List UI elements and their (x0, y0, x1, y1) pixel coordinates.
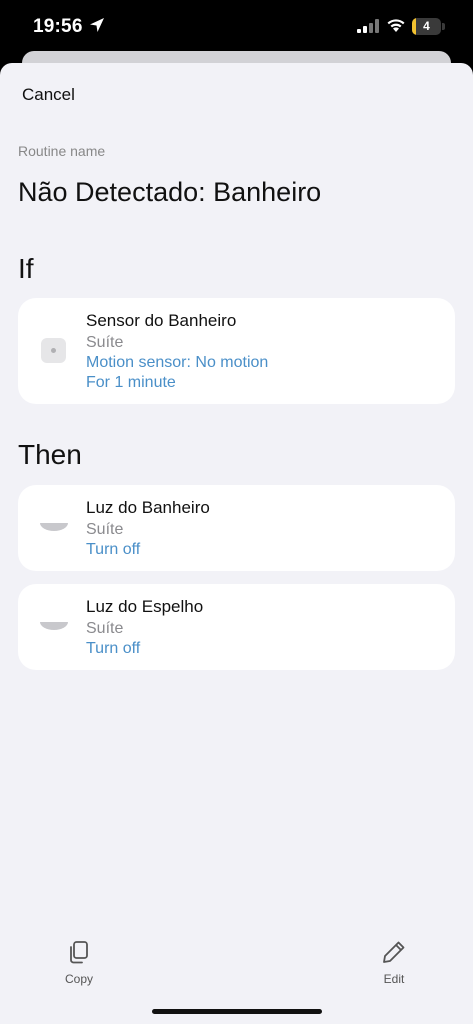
if-section-title: If (18, 253, 34, 284)
copy-icon (70, 941, 88, 964)
action-device-room: Suíte (86, 521, 124, 538)
then-section-title: Then (18, 439, 82, 470)
ceiling-light-icon (40, 523, 68, 531)
action-card-luz-do-espelho[interactable]: Luz do Espelho Suíte Turn off (18, 584, 455, 670)
ceiling-light-icon (40, 622, 68, 630)
condition-state: Motion sensor: No motion (86, 354, 269, 371)
action-device-name: Luz do Espelho (86, 597, 204, 616)
cellular-signal-icon (357, 19, 379, 33)
condition-device-name: Sensor do Banheiro (86, 311, 237, 330)
cancel-button[interactable]: Cancel (22, 85, 75, 105)
status-time: 19:56 (33, 16, 83, 37)
action-device-room: Suíte (86, 620, 124, 637)
condition-duration: For 1 minute (86, 374, 176, 391)
action-card-luz-do-banheiro[interactable]: Luz do Banheiro Suíte Turn off (18, 485, 455, 571)
action-command: Turn off (86, 541, 141, 558)
edit-button[interactable]: Edit (364, 939, 424, 986)
routine-name: Não Detectado: Banheiro (18, 177, 322, 207)
edit-label: Edit (383, 972, 405, 986)
home-indicator (152, 1009, 322, 1014)
location-arrow-icon (90, 18, 104, 32)
battery-level: 4 (423, 19, 430, 33)
battery-nub (442, 23, 445, 30)
pencil-icon (383, 941, 405, 963)
battery-indicator: 4 (412, 18, 441, 35)
status-bar: 19:56 4 (0, 0, 473, 52)
wifi-icon (387, 19, 405, 32)
condition-device-room: Suíte (86, 334, 124, 351)
copy-label: Copy (64, 972, 93, 986)
action-command: Turn off (86, 640, 141, 657)
action-device-name: Luz do Banheiro (86, 498, 210, 517)
condition-card-sensor[interactable]: Sensor do Banheiro Suíte Motion sensor: … (18, 298, 455, 404)
routine-name-label: Routine name (18, 143, 106, 159)
motion-sensor-icon (41, 338, 66, 363)
copy-button[interactable]: Copy (49, 939, 109, 986)
